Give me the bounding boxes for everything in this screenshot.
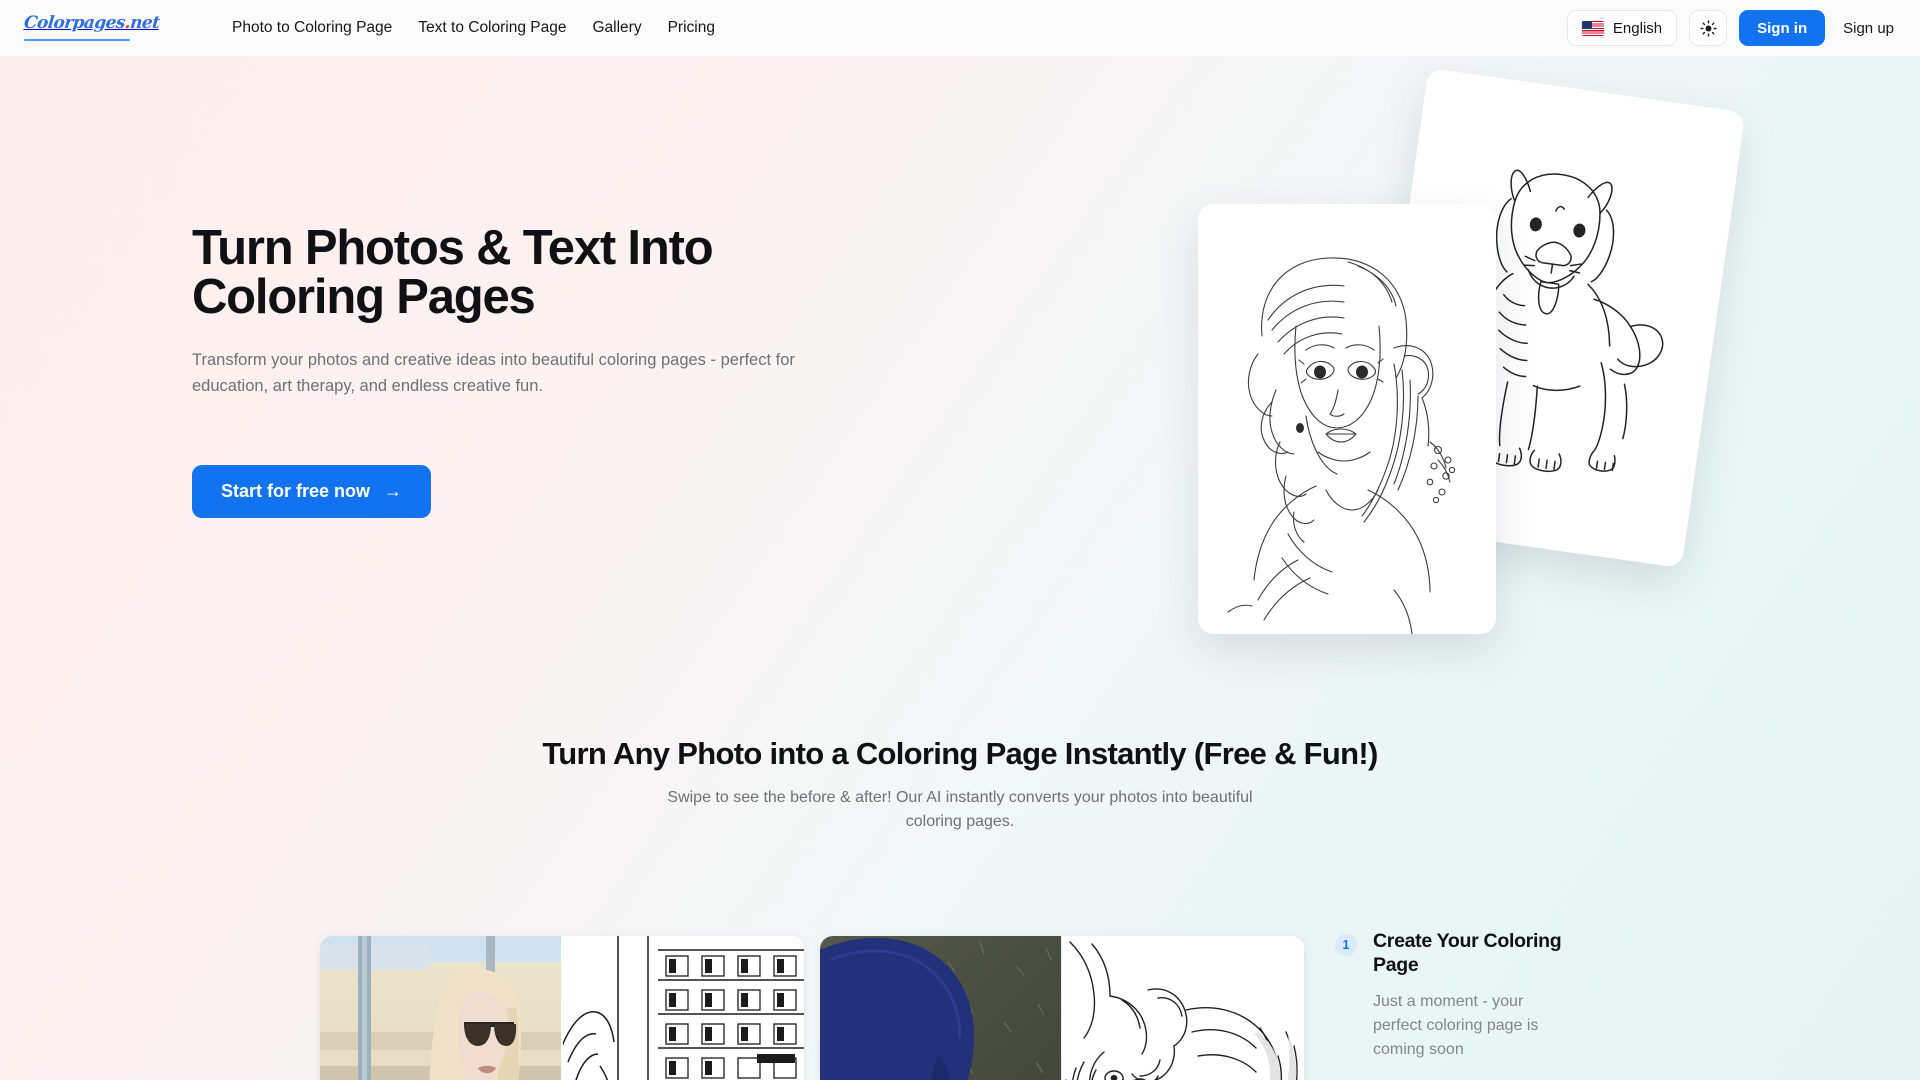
sign-up-link[interactable]: Sign up xyxy=(1837,20,1900,37)
hero-artwork xyxy=(1150,56,1850,716)
step-title: Create Your Coloring Page xyxy=(1373,930,1578,978)
site-logo[interactable]: Colorpages.net xyxy=(24,15,136,41)
before-after-card-grass[interactable] xyxy=(820,936,1304,1080)
header-actions: English Sign in Sign up xyxy=(1567,10,1900,46)
hero-subtitle: Transform your photos and creative ideas… xyxy=(192,348,832,399)
step-body: Create Your Coloring Page Just a moment … xyxy=(1373,930,1578,1062)
site-header: Colorpages.net Photo to Coloring Page Te… xyxy=(0,0,1920,56)
us-flag-icon xyxy=(1582,21,1604,36)
before-after-gallery xyxy=(320,936,1304,1080)
hero-section: Turn Photos & Text Into Coloring Pages T… xyxy=(0,56,1920,736)
showcase-subtitle: Swipe to see the before & after! Our AI … xyxy=(640,786,1280,834)
hero-title-line-1: Turn Photos & Text Into xyxy=(192,221,712,275)
logo-underline xyxy=(24,39,130,41)
nav-gallery[interactable]: Gallery xyxy=(592,19,641,37)
theme-toggle-button[interactable] xyxy=(1689,10,1727,46)
sun-icon xyxy=(1700,20,1717,37)
nav-text-to-coloring-page[interactable]: Text to Coloring Page xyxy=(418,19,566,37)
page-title: Turn Photos & Text Into Coloring Pages xyxy=(192,224,872,322)
nav-photo-to-coloring-page[interactable]: Photo to Coloring Page xyxy=(232,19,392,37)
cta-label: Start for free now xyxy=(221,481,370,502)
after-lineart-street xyxy=(562,936,804,1080)
before-after-divider xyxy=(1061,936,1063,1080)
nav-pricing[interactable]: Pricing xyxy=(668,19,715,37)
before-photo-street xyxy=(320,936,562,1080)
after-lineart-grass xyxy=(1062,936,1304,1080)
language-label: English xyxy=(1613,20,1662,37)
before-photo-grass xyxy=(820,936,1062,1080)
hero-title-line-2: Coloring Pages xyxy=(192,270,535,324)
sign-in-button[interactable]: Sign in xyxy=(1739,10,1825,46)
girl-portrait-line-art xyxy=(1198,204,1496,634)
step-description: Just a moment - your perfect coloring pa… xyxy=(1373,990,1561,1062)
arrow-right-icon: → xyxy=(384,481,402,502)
logo-wordmark: Colorpages.net xyxy=(23,15,160,32)
showcase-section: Turn Any Photo into a Coloring Page Inst… xyxy=(0,736,1920,834)
primary-nav: Photo to Coloring Page Text to Coloring … xyxy=(232,19,715,37)
coloring-card-girl xyxy=(1198,204,1496,634)
before-after-divider xyxy=(561,936,563,1080)
language-selector[interactable]: English xyxy=(1567,10,1677,46)
showcase-title: Turn Any Photo into a Coloring Page Inst… xyxy=(0,736,1920,772)
start-for-free-button[interactable]: Start for free now → xyxy=(192,465,431,518)
step-number-badge: 1 xyxy=(1335,934,1357,956)
before-after-card-street[interactable] xyxy=(320,936,804,1080)
steps-panel: 1 Create Your Coloring Page Just a momen… xyxy=(1335,930,1615,1062)
hero-copy: Turn Photos & Text Into Coloring Pages T… xyxy=(192,224,872,518)
step-item: 1 Create Your Coloring Page Just a momen… xyxy=(1335,930,1615,1062)
